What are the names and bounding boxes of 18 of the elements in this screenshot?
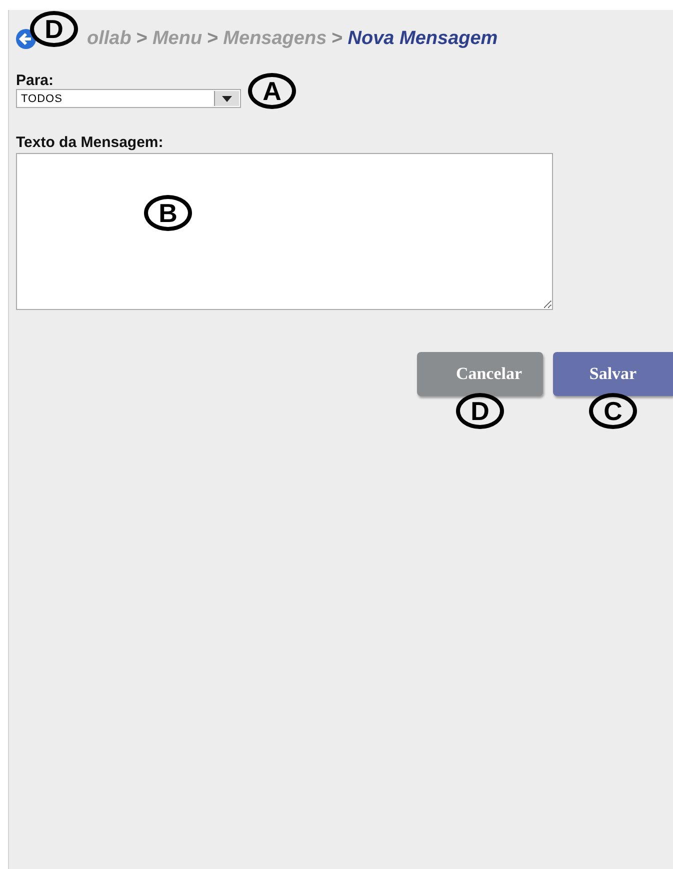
breadcrumb-link[interactable]: Menu: [152, 28, 202, 50]
recipient-select[interactable]: TODOS: [16, 89, 241, 108]
callout-label: B: [144, 195, 192, 231]
breadcrumb-current[interactable]: Nova Mensagem: [348, 28, 498, 50]
recipient-label: Para:: [16, 72, 55, 89]
cancel-button[interactable]: Cancelar: [417, 352, 543, 396]
callout-label: D: [456, 393, 504, 429]
breadcrumb-separator: >: [332, 28, 343, 50]
message-label: Texto da Mensagem:: [16, 134, 164, 151]
callout-label: C: [589, 393, 637, 429]
breadcrumb-link[interactable]: Mensagens: [223, 28, 327, 50]
callout-label: A: [248, 73, 296, 109]
dropdown-arrow-icon: [222, 96, 232, 102]
breadcrumb-separator: >: [207, 28, 218, 50]
callout-label: D: [30, 11, 78, 47]
breadcrumb-link[interactable]: ollab: [87, 28, 132, 50]
save-button[interactable]: Salvar: [553, 352, 673, 396]
breadcrumb-separator: >: [136, 28, 148, 50]
